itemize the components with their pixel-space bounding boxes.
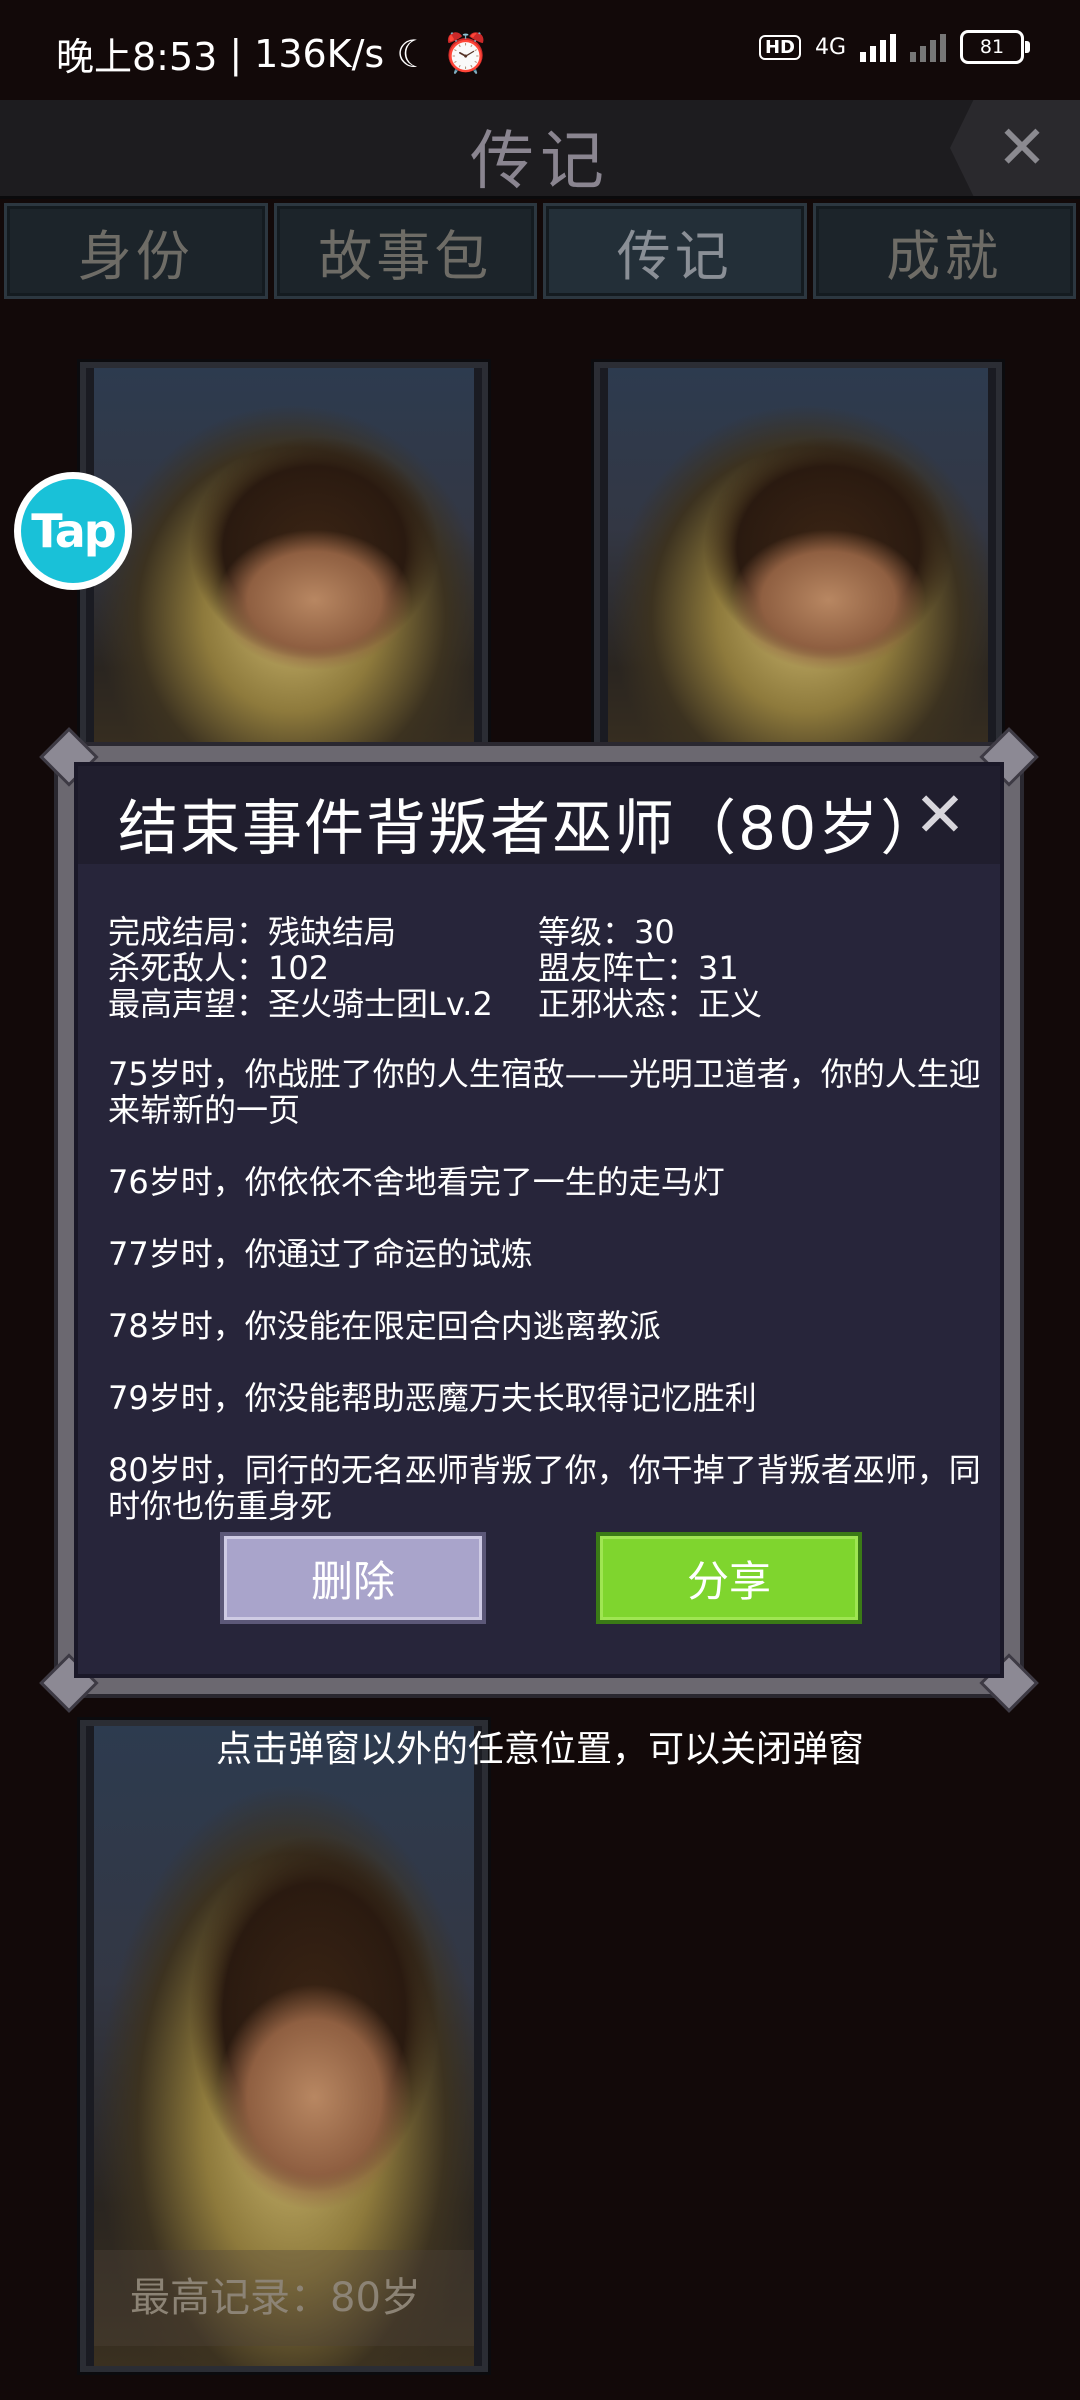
tab-story-pack[interactable]: 故事包	[273, 203, 537, 299]
stat-kills: 杀死敌人：102	[108, 949, 330, 987]
tab-achievements[interactable]: 成就	[812, 203, 1076, 299]
delete-button[interactable]: 删除	[220, 1532, 486, 1624]
network-speed: 136K/s	[254, 31, 385, 76]
status-right: HD 4G 81	[758, 30, 1030, 64]
clock: 晚上8:53	[56, 35, 218, 79]
ending-dialog[interactable]: 结束事件背叛者巫师（80岁） ✕ 完成结局：残缺结局 等级：30 杀死敌人：10…	[39, 727, 1039, 1713]
close-button[interactable]: ✕	[950, 100, 1080, 196]
signal-icon-2	[910, 32, 946, 62]
stat-reputation: 最高声望：圣火骑士团Lv.2	[108, 985, 493, 1023]
event-entry: 79岁时，你没能帮助恶魔万夫长取得记忆胜利	[108, 1379, 757, 1417]
signal-icon	[860, 32, 896, 62]
event-entry: 78岁时，你没能在限定回合内逃离教派	[108, 1307, 661, 1345]
page-title: 传记	[470, 125, 610, 199]
close-hint: 点击弹窗以外的任意位置，可以关闭弹窗	[215, 1729, 864, 1770]
biography-card[interactable]	[594, 362, 1002, 774]
biography-card[interactable]: 最高记录：80岁	[80, 1720, 488, 2372]
character-portrait	[94, 368, 474, 768]
hd-badge: HD	[758, 34, 801, 60]
event-entry: 75岁时，你战胜了你的人生宿敌——光明卫道者，你的人生迎来崭新的一页	[108, 1055, 981, 1129]
character-portrait	[608, 368, 988, 768]
tab-bar: 身份 故事包 传记 成就	[0, 200, 1080, 299]
tap-logo-icon: Tap	[21, 479, 125, 583]
dialog-body: 结束事件背叛者巫师（80岁） ✕ 完成结局：残缺结局 等级：30 杀死敌人：10…	[74, 762, 1004, 1678]
moon-icon: ☾	[396, 31, 431, 76]
page-header: 传记 ✕	[0, 100, 1080, 199]
event-entry: 76岁时，你依依不舍地看完了一生的走马灯	[108, 1163, 725, 1201]
share-button[interactable]: 分享	[596, 1532, 862, 1624]
network-type: 4G	[814, 34, 846, 60]
status-bar: 晚上8:53 | 136K/s ☾ ⏰ HD 4G 81	[0, 0, 1080, 100]
stat-alignment: 正邪状态：正义	[538, 985, 763, 1023]
taptap-floating-button[interactable]: Tap	[14, 472, 132, 590]
battery-icon: 81	[960, 30, 1030, 64]
dialog-close-icon[interactable]: ✕	[914, 778, 966, 851]
stats-block: 完成结局：残缺结局 等级：30 杀死敌人：102 盟友阵亡：31 最高声望：圣火…	[108, 914, 988, 1022]
stat-level: 等级：30	[538, 913, 675, 951]
event-entry: 80岁时，同行的无名巫师背叛了你，你干掉了背叛者巫师，同时你也伤重身死	[108, 1451, 981, 1525]
status-left: 晚上8:53 | 136K/s ☾ ⏰	[56, 26, 490, 81]
dialog-header: 结束事件背叛者巫师（80岁） ✕	[78, 766, 1000, 864]
stat-allies-dead: 盟友阵亡：31	[538, 949, 739, 987]
tab-identity[interactable]: 身份	[4, 203, 268, 299]
event-entry: 77岁时，你通过了命运的试炼	[108, 1235, 533, 1273]
alarm-icon: ⏰	[442, 31, 490, 75]
event-log: 75岁时，你战胜了你的人生宿敌——光明卫道者，你的人生迎来崭新的一页 76岁时，…	[108, 1056, 988, 1560]
stat-ending: 完成结局：残缺结局	[108, 913, 397, 951]
tab-biography[interactable]: 传记	[543, 203, 807, 299]
biography-card[interactable]	[80, 362, 488, 774]
dialog-title: 结束事件背叛者巫师（80岁）	[118, 794, 943, 864]
best-record-label: 最高记录：80岁	[94, 2250, 474, 2346]
